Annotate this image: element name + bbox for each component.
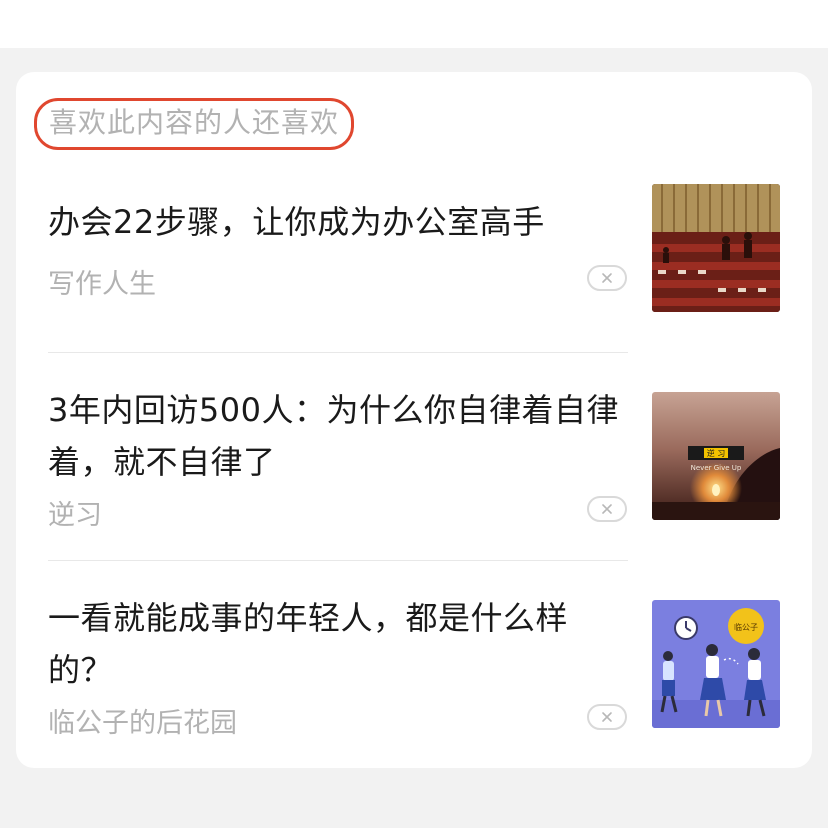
top-bar [0,0,828,48]
article-title[interactable]: 一看就能成事的年轻人，都是什么样的？ [48,592,623,696]
article-thumbnail[interactable] [652,184,780,312]
article-title[interactable]: 办会22步骤，让你成为办公室高手 [48,196,623,248]
dismiss-button[interactable] [587,496,627,522]
thumb-badge: 临公子 [734,622,758,632]
thumb-badge: 逆 习 [707,448,726,458]
article-source: 临公子的后花园 [48,708,237,739]
section-title: 喜欢此内容的人还喜欢 [34,98,355,150]
thumb-caption: Never Give Up [691,464,742,472]
close-icon [602,712,612,722]
article-thumbnail[interactable]: 临公子 [652,600,780,728]
dismiss-button[interactable] [587,704,627,730]
walking-people-illustration-icon: 临公子 [652,600,780,728]
close-icon [602,273,612,283]
recommendations-card: 喜欢此内容的人还喜欢 办会22步骤，让你成为办公室高手 写作人生 3年内回访50… [16,72,812,768]
divider [48,560,628,561]
divider [48,352,628,353]
conference-hall-photo-icon [652,184,780,312]
article-source: 逆习 [48,500,102,531]
sunset-candle-photo-icon: 逆 习 Never Give Up [652,392,780,520]
close-icon [602,504,612,514]
article-title[interactable]: 3年内回访500人：为什么你自律着自律着，就不自律了 [48,384,623,488]
article-thumbnail[interactable]: 逆 习 Never Give Up [652,392,780,520]
article-source: 写作人生 [48,269,156,300]
dismiss-button[interactable] [587,265,627,291]
